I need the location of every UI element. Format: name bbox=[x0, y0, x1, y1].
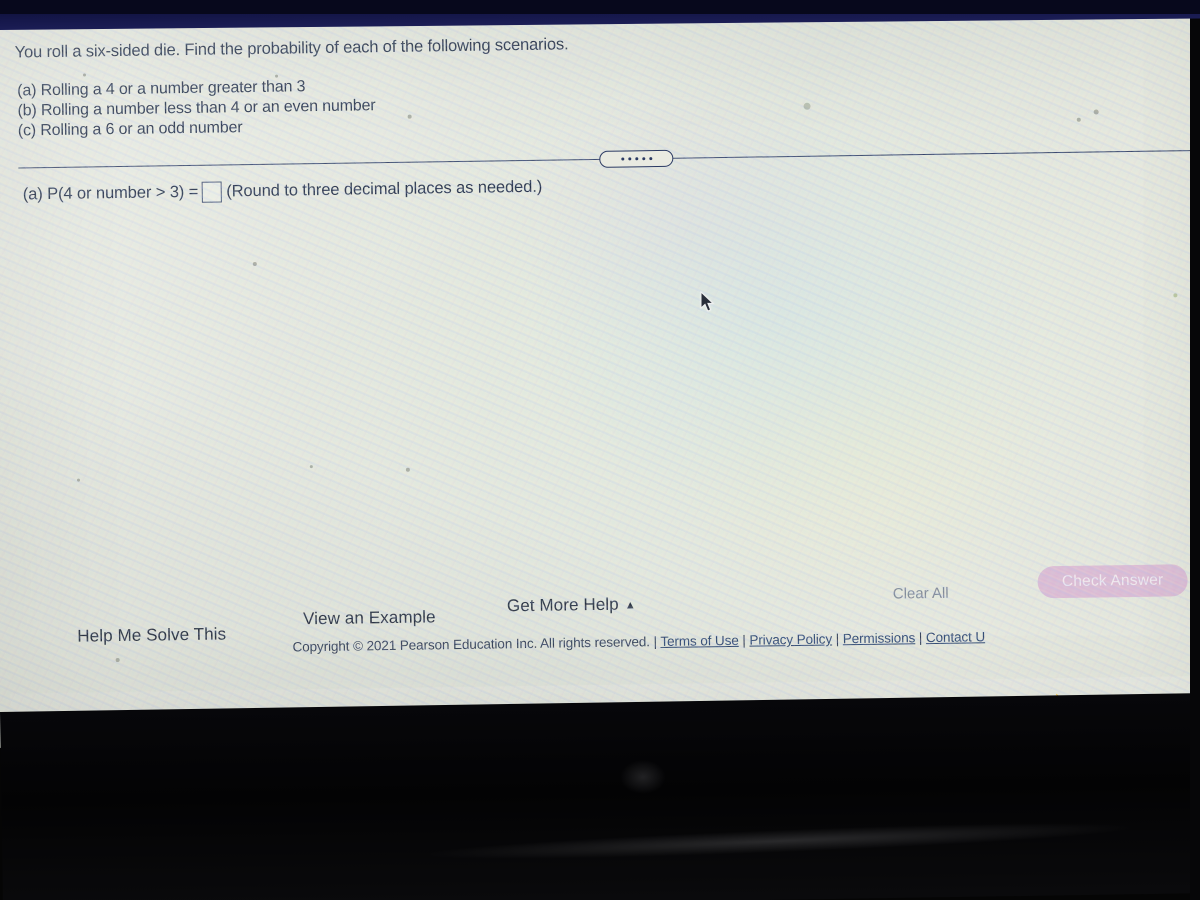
more-options-ellipsis-button[interactable] bbox=[599, 149, 674, 168]
dust-speck bbox=[405, 467, 410, 472]
dust-speck bbox=[407, 114, 412, 119]
ellipsis-dot bbox=[634, 157, 638, 161]
footer-link-contact-us[interactable]: Contact U bbox=[926, 629, 985, 645]
right-edge-shadow bbox=[1190, 0, 1200, 900]
footer-link-terms-of-use[interactable]: Terms of Use bbox=[660, 633, 739, 649]
view-an-example-button[interactable]: View an Example bbox=[303, 607, 436, 629]
answer-hint: (Round to three decimal places as needed… bbox=[226, 177, 543, 201]
dust-speck bbox=[1173, 293, 1178, 298]
monitor-bottom-bezel bbox=[0, 692, 1200, 900]
get-more-help-label: Get More Help bbox=[506, 594, 619, 616]
photographed-screen: You roll a six-sided die. Find the proba… bbox=[0, 0, 1200, 900]
question-stem: You roll a six-sided die. Find the proba… bbox=[14, 35, 569, 62]
dust-speck bbox=[275, 74, 279, 78]
mouse-cursor bbox=[700, 291, 715, 312]
answer-row: (a) P(4 or number > 3) = (Round to three… bbox=[23, 177, 543, 206]
ellipsis-dot bbox=[641, 157, 645, 161]
dust-speck bbox=[252, 261, 257, 267]
answer-input[interactable] bbox=[201, 181, 222, 203]
footer-separator: | bbox=[742, 632, 746, 648]
ellipsis-dot bbox=[627, 157, 631, 161]
answer-prompt: (a) P(4 or number > 3) = bbox=[22, 182, 199, 204]
pearson-mathxl-page: You roll a six-sided die. Find the proba… bbox=[0, 4, 1200, 756]
ellipsis-dot bbox=[620, 157, 624, 161]
dust-speck bbox=[803, 102, 811, 110]
check-answer-button[interactable]: Check Answer bbox=[1037, 564, 1188, 599]
screen-surface: You roll a six-sided die. Find the proba… bbox=[0, 0, 1200, 756]
help-me-solve-this-button[interactable]: Help Me Solve This bbox=[77, 624, 226, 646]
footer-separator: | bbox=[918, 630, 923, 646]
monitor-top-shade bbox=[0, 0, 1200, 14]
dust-speck bbox=[115, 658, 120, 663]
dust-speck bbox=[309, 465, 313, 469]
dust-speck bbox=[1093, 109, 1099, 115]
dust-speck bbox=[82, 73, 87, 77]
dust-speck bbox=[1076, 117, 1081, 122]
monitor-brand-logo bbox=[620, 760, 666, 794]
action-bar: Help Me Solve This View an Example Get M… bbox=[9, 564, 1200, 670]
dust-speck bbox=[76, 478, 81, 482]
ellipsis-dot bbox=[648, 157, 652, 161]
footer-separator: | bbox=[835, 631, 840, 647]
footer-link-privacy-policy[interactable]: Privacy Policy bbox=[749, 631, 832, 647]
footer-link-permissions[interactable]: Permissions bbox=[843, 630, 916, 646]
question-parts-list: (a) Rolling a 4 or a number greater than… bbox=[17, 71, 718, 141]
get-more-help-button[interactable]: Get More Help ▲ bbox=[507, 594, 636, 616]
caret-up-icon: ▲ bbox=[624, 598, 636, 612]
clear-all-button[interactable]: Clear All bbox=[893, 585, 949, 603]
footer-separator: | bbox=[653, 634, 658, 650]
